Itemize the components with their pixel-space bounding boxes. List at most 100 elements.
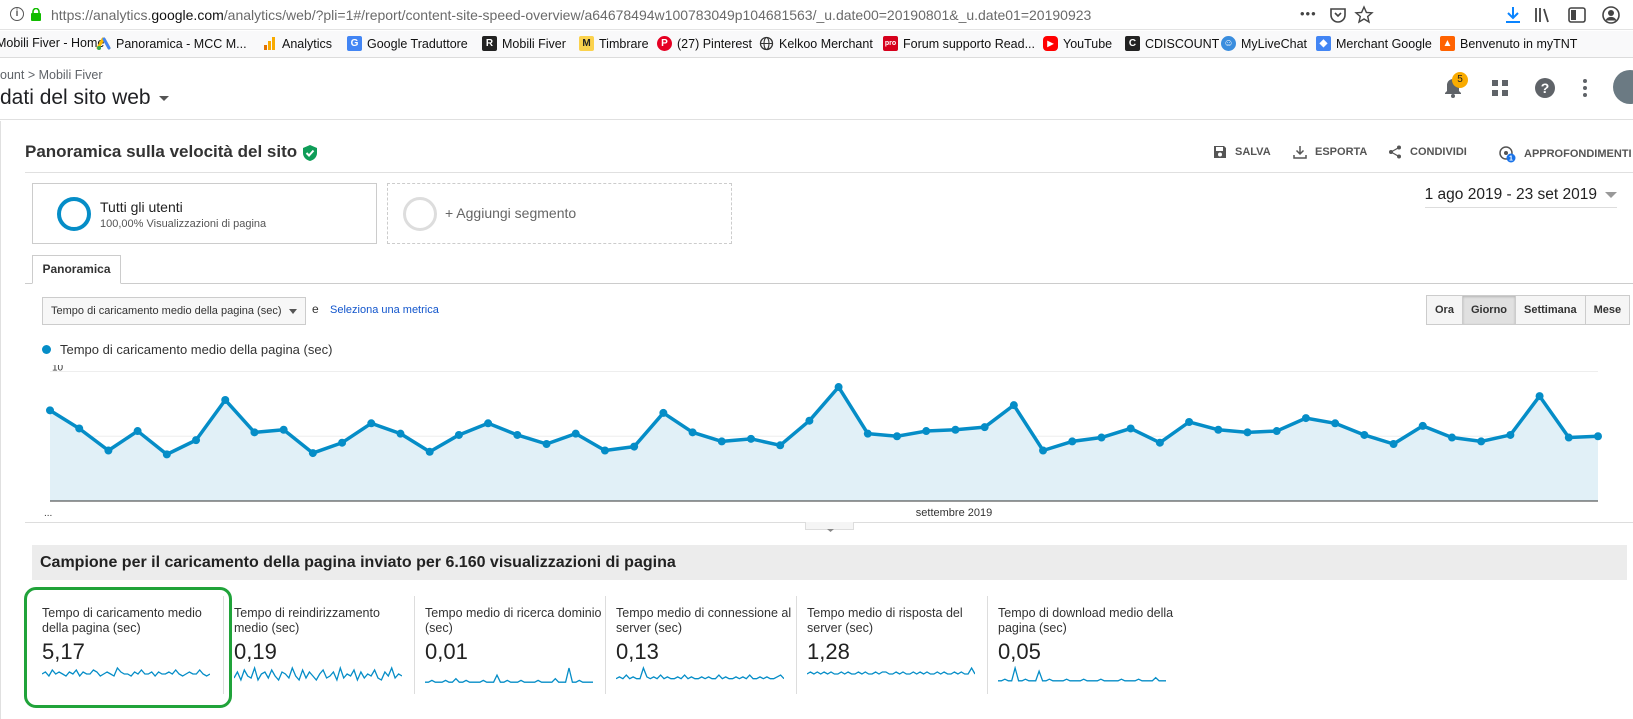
pocket-icon[interactable] [1328, 5, 1348, 25]
metric-scorecard[interactable]: Tempo medio di connessione al server (se… [605, 596, 793, 694]
data-point [571, 429, 580, 438]
svg-text:?: ? [1541, 80, 1550, 96]
sparkline-path [998, 666, 1166, 682]
granularity-week[interactable]: Settimana [1515, 296, 1585, 324]
metric-scorecard[interactable]: Tempo medio di ricerca dominio (sec) 0,01 [414, 596, 602, 694]
selected-highlight [24, 587, 232, 708]
legend-dot [42, 345, 51, 354]
scorecard-value: 0,05 [998, 639, 1041, 664]
bookmark-item[interactable]: ☺ MyLiveChat [1221, 36, 1307, 51]
insights-button[interactable]: 1 APPROFONDIMENTI [1498, 145, 1632, 163]
line-chart[interactable]: 105...settembre 2019 [0, 365, 1633, 525]
mylivechat-icon: ☺ [1221, 36, 1236, 51]
sparkline [234, 666, 402, 682]
data-point [1214, 425, 1223, 434]
scorecard-title: Tempo di download medio della pagina (se… [998, 606, 1174, 635]
granularity-month[interactable]: Mese [1584, 296, 1630, 324]
star-icon[interactable] [1354, 5, 1374, 25]
ga-header: ount > Mobili Fiver dati del sito web 5 … [0, 58, 1633, 120]
metric-scorecard[interactable]: Tempo di reindirizzamento medio (sec) 0,1… [223, 596, 411, 694]
tnt-icon: ▲ [1440, 36, 1455, 51]
chart-legend[interactable]: Tempo di caricamento medio della pagina … [42, 342, 332, 357]
bookmark-item[interactable]: R Mobili Fiver [482, 36, 566, 51]
breadcrumb[interactable]: ount > Mobili Fiver [0, 68, 103, 82]
svg-text:1: 1 [1509, 156, 1513, 163]
data-point [893, 432, 902, 441]
save-button[interactable]: SALVA [1213, 145, 1271, 159]
address-bar[interactable]: i https://analytics.google.com/analytics… [0, 0, 1380, 30]
granularity-toggle: Ora Giorno Settimana Mese [1426, 295, 1631, 325]
bookmark-item[interactable]: Analytics [262, 36, 332, 51]
lock-icon [31, 8, 41, 21]
bookmark-item[interactable]: Panoramica - MCC M... [96, 36, 247, 51]
account-icon[interactable] [1601, 5, 1621, 25]
chevron-down-icon [289, 309, 297, 314]
info-icon[interactable]: i [10, 7, 24, 21]
bookmark-item[interactable]: ◆ Merchant Google [1316, 36, 1432, 51]
data-point [221, 395, 230, 404]
pro-icon: pro [883, 36, 898, 51]
data-point [980, 423, 989, 432]
data-point [104, 446, 113, 455]
data-point [805, 416, 814, 425]
segment-card[interactable]: Tutti gli utenti 100,00% Visualizzazioni… [32, 183, 377, 244]
granularity-hour[interactable]: Ora [1427, 296, 1462, 324]
data-point [1389, 440, 1398, 449]
tab-overview[interactable]: Panoramica [32, 255, 121, 284]
data-point [484, 419, 493, 428]
page-actions-icon[interactable]: ••• [1300, 6, 1317, 26]
data-point [396, 429, 405, 438]
notification-badge: 5 [1452, 72, 1468, 88]
data-point [1360, 430, 1369, 439]
download-icon[interactable] [1503, 5, 1523, 25]
bookmark-item[interactable]: M Timbrare [579, 36, 649, 51]
data-point [951, 425, 960, 434]
help-icon[interactable]: ? [1532, 75, 1558, 101]
data-point [454, 430, 463, 439]
bookmark-item[interactable]: C CDISCOUNT [1125, 36, 1219, 51]
bookmark-item[interactable]: G Google Traduttore [347, 36, 468, 51]
data-point [1301, 414, 1310, 423]
url-text[interactable]: https://analytics.google.com/analytics/w… [51, 7, 1091, 23]
add-segment-label: + Aggiungi segmento [445, 205, 577, 221]
bookmark-item[interactable]: Kelkoo Merchant [759, 36, 873, 51]
y-tick-label: 10 [52, 365, 64, 373]
data-point [1447, 433, 1456, 442]
scorecard-value: 0,13 [616, 639, 659, 664]
select-metric-link[interactable]: Seleziona una metrica [330, 304, 439, 316]
metric-dropdown[interactable]: Tempo di caricamento medio della pagina … [42, 297, 306, 325]
data-point [1272, 427, 1281, 436]
export-button[interactable]: ESPORTA [1293, 145, 1367, 159]
bookmark-item[interactable]: ▶ YouTube [1043, 36, 1112, 51]
data-point [1331, 419, 1340, 428]
data-point [600, 446, 609, 455]
page-root: i https://analytics.google.com/analytics… [0, 0, 1633, 719]
scorecard-title: Tempo medio di connessione al server (se… [616, 606, 792, 635]
view-selector[interactable]: dati del sito web [0, 86, 169, 110]
add-segment-button[interactable]: + Aggiungi segmento [387, 183, 732, 244]
scorecard-value: 0,01 [425, 639, 468, 664]
bookmark-item[interactable]: ▲ Benvenuto in myTNT [1440, 36, 1577, 51]
avatar[interactable] [1613, 70, 1633, 104]
collapse-chart-handle[interactable] [805, 522, 854, 532]
data-point [338, 438, 347, 447]
metric-scorecard[interactable]: Tempo medio di risposta del server (sec)… [796, 596, 984, 694]
bookmark-item[interactable]: P (27) Pinterest [657, 36, 752, 51]
granularity-day[interactable]: Giorno [1461, 296, 1516, 324]
more-vert-icon[interactable] [1572, 75, 1598, 101]
translate-icon: G [347, 36, 362, 51]
data-point [659, 408, 668, 417]
data-point [746, 434, 755, 443]
data-point [308, 449, 317, 458]
share-button[interactable]: CONDIVIDI [1388, 145, 1467, 159]
date-range-picker[interactable]: 1 ago 2019 - 23 set 2019 [1424, 186, 1617, 208]
bookmark-item[interactable]: pro Forum supporto Read... [883, 36, 1035, 51]
bookmark-item[interactable]: Mobili Fiver - Home [0, 36, 104, 50]
sidebar-icon[interactable] [1567, 5, 1587, 25]
library-icon[interactable] [1533, 5, 1553, 25]
chevron-down-icon [158, 95, 169, 101]
apps-grid-icon[interactable] [1487, 75, 1513, 101]
timbrare-icon: M [579, 36, 594, 51]
sparkline [425, 667, 593, 683]
metric-scorecard[interactable]: Tempo di download medio della pagina (se… [987, 596, 1175, 694]
